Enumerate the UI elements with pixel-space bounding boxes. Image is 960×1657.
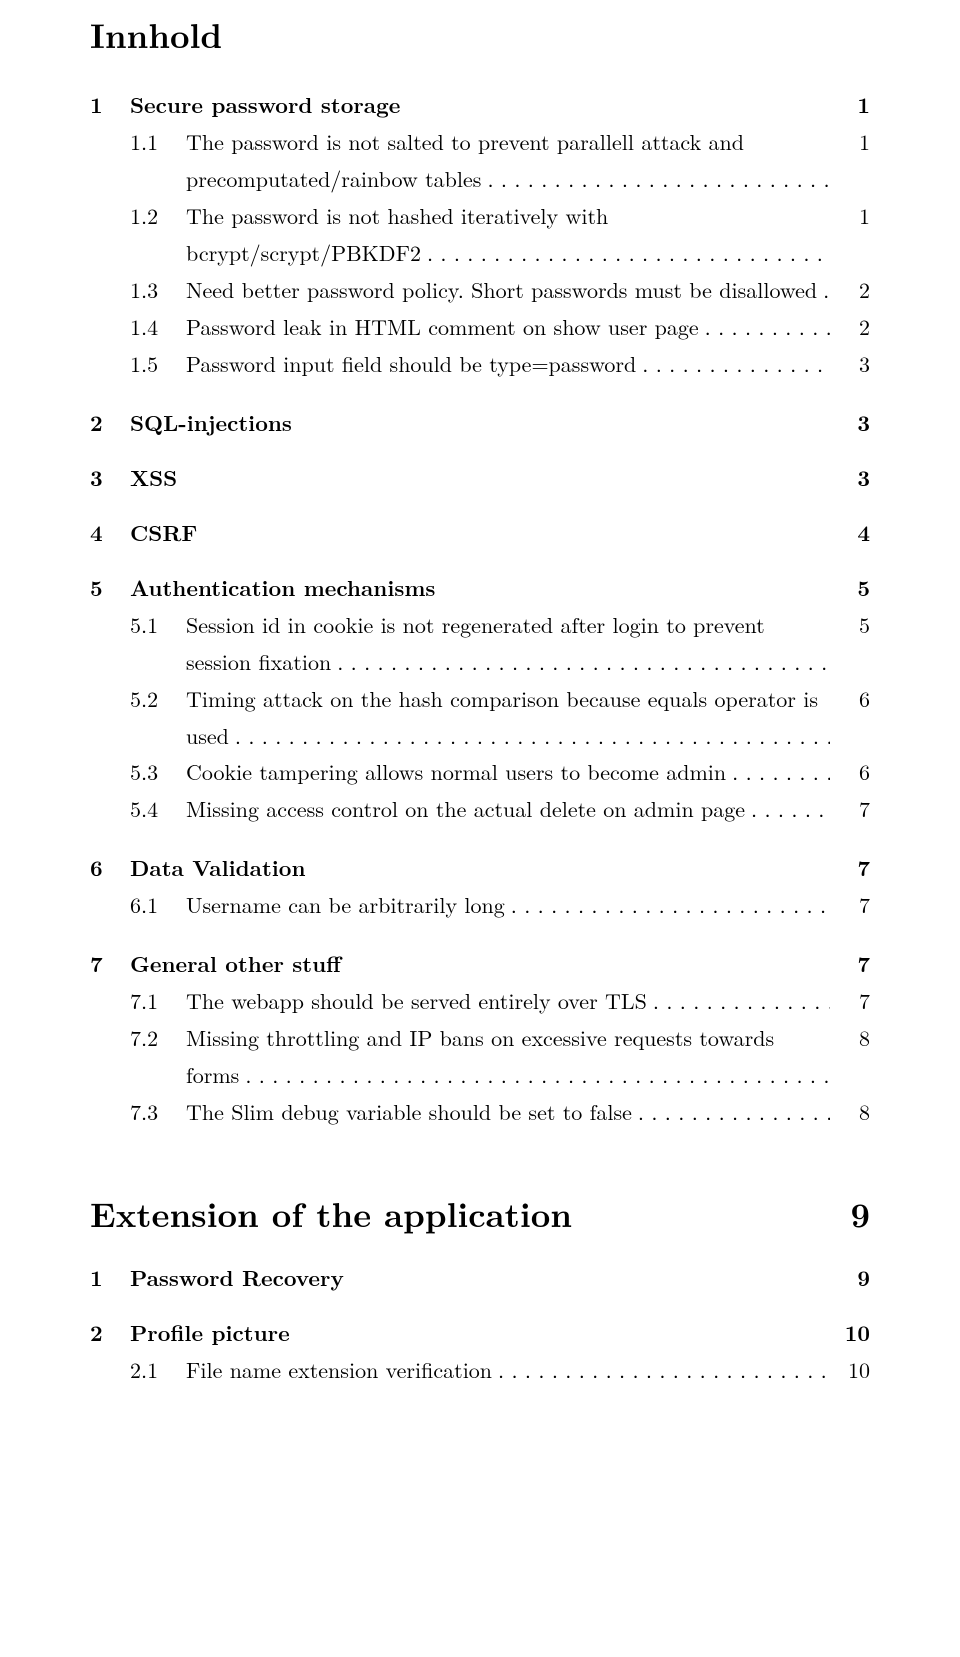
toc-section-page: 1 [845, 89, 870, 120]
toc-subsection-number: 6.1 [90, 887, 186, 924]
toc-section-number: 3 [90, 462, 130, 493]
toc-subsection[interactable]: 5.1Session id in cookie is not regenerat… [90, 607, 870, 681]
toc-section[interactable]: 1Secure password storage1 [90, 89, 870, 120]
toc-section-number: 1 [90, 89, 130, 120]
toc-subsection-label: The webapp should be served entirely ove… [186, 983, 830, 1020]
toc-subsection[interactable]: 7.2Missing throttling and IP bans on exc… [90, 1020, 870, 1094]
toc-subsection-label: Timing attack on the hash comparison bec… [186, 681, 830, 755]
toc-subsection[interactable]: 1.4Password leak in HTML comment on show… [90, 309, 870, 346]
toc-section[interactable]: 7General other stuff7 [90, 948, 870, 979]
toc-section-label: Password Recovery [130, 1262, 845, 1293]
toc-subsection-number: 1.1 [90, 124, 186, 161]
toc-subsection-number: 5.1 [90, 607, 186, 644]
toc-subsection-page: 5 [830, 607, 870, 644]
toc-section-number: 2 [90, 1317, 130, 1348]
toc-subsection-label: Cookie tampering allows normal users to … [186, 754, 830, 791]
toc-section-page: 9 [845, 1262, 870, 1293]
toc-subsection-label: The Slim debug variable should be set to… [186, 1094, 830, 1131]
toc-subsection[interactable]: 7.1The webapp should be served entirely … [90, 983, 870, 1020]
toc-subsection-page: 6 [830, 754, 870, 791]
toc-section[interactable]: 2SQL-injections3 [90, 407, 870, 438]
toc-subsection-page: 7 [830, 791, 870, 828]
toc-subsection-number: 7.2 [90, 1020, 186, 1057]
toc-subsection-page: 2 [830, 309, 870, 346]
toc-section-number: 5 [90, 572, 130, 603]
toc-section-label: Data Validation [130, 852, 845, 883]
part-heading-row: Extension of the application 9 [90, 1189, 870, 1238]
toc-section-number: 1 [90, 1262, 130, 1293]
toc-subsection-number: 2.1 [90, 1352, 186, 1389]
toc-subsection[interactable]: 2.1File name extension verification10 [90, 1352, 870, 1389]
toc-subsection-page: 2 [830, 272, 870, 309]
toc-section-page: 5 [845, 572, 870, 603]
toc-subsection-label: File name extension verification [186, 1352, 830, 1389]
toc-subsection-number: 1.3 [90, 272, 186, 309]
toc-section-number: 2 [90, 407, 130, 438]
toc-section-label: Authentication mechanisms [130, 572, 845, 603]
toc-section-number: 4 [90, 517, 130, 548]
toc-section-label: CSRF [130, 517, 845, 548]
toc-section-label: XSS [130, 462, 845, 493]
toc-section-page: 3 [845, 407, 870, 438]
toc-section-label: SQL-injections [130, 407, 845, 438]
toc-section-number: 7 [90, 948, 130, 979]
toc-subsection[interactable]: 1.2The password is not hashed iterativel… [90, 198, 870, 272]
toc-section-number: 6 [90, 852, 130, 883]
toc-subsection-number: 1.2 [90, 198, 186, 235]
toc-subsection-label: Missing access control on the actual del… [186, 791, 830, 828]
toc-subsection-page: 1 [830, 198, 870, 235]
toc-subsection-page: 7 [830, 983, 870, 1020]
toc-title: Innhold [90, 10, 870, 59]
toc-subsection-number: 5.3 [90, 754, 186, 791]
toc-section-label: General other stuff [130, 948, 845, 979]
toc-subsection-label: Username can be arbitrarily long [186, 887, 830, 924]
toc-subsection[interactable]: 1.3Need better password policy. Short pa… [90, 272, 870, 309]
toc-section-label: Secure password storage [130, 89, 845, 120]
toc-section-page: 7 [845, 948, 870, 979]
toc-section-page: 10 [833, 1317, 870, 1348]
toc-subsection-number: 7.1 [90, 983, 186, 1020]
toc-page: Innhold 1Secure password storage11.1The … [0, 0, 960, 1429]
toc-section[interactable]: 3XSS3 [90, 462, 870, 493]
toc-subsection-label: Password input field should be type=pass… [186, 346, 830, 383]
toc-subsection-page: 10 [830, 1352, 870, 1389]
toc-subsection[interactable]: 7.3The Slim debug variable should be set… [90, 1094, 870, 1131]
toc-subsection-number: 5.2 [90, 681, 186, 718]
toc-subsection-number: 5.4 [90, 791, 186, 828]
toc-subsection-page: 6 [830, 681, 870, 718]
toc-subsection[interactable]: 5.4Missing access control on the actual … [90, 791, 870, 828]
toc-subsection-label: Need better password policy. Short passw… [186, 272, 830, 309]
toc-subsection-number: 1.4 [90, 309, 186, 346]
toc-subsection-page: 3 [830, 346, 870, 383]
toc-section-page: 3 [845, 462, 870, 493]
toc-section[interactable]: 1Password Recovery9 [90, 1262, 870, 1293]
toc-subsection[interactable]: 5.3Cookie tampering allows normal users … [90, 754, 870, 791]
part-title: Extension of the application [90, 1189, 838, 1238]
toc-subsection-number: 7.3 [90, 1094, 186, 1131]
toc-subsection[interactable]: 6.1Username can be arbitrarily long7 [90, 887, 870, 924]
toc-subsection[interactable]: 1.5Password input field should be type=p… [90, 346, 870, 383]
toc-body: 1Secure password storage11.1The password… [90, 89, 870, 1131]
toc-section-page: 4 [845, 517, 870, 548]
toc-section[interactable]: 6Data Validation7 [90, 852, 870, 883]
toc-body-part2: 1Password Recovery92Profile picture102.1… [90, 1262, 870, 1389]
toc-section-label: Profile picture [130, 1317, 833, 1348]
toc-subsection-label: Password leak in HTML comment on show us… [186, 309, 830, 346]
toc-subsection[interactable]: 5.2Timing attack on the hash comparison … [90, 681, 870, 755]
toc-subsection-label: The password is not hashed iteratively w… [186, 198, 830, 272]
toc-subsection-number: 1.5 [90, 346, 186, 383]
toc-subsection-page: 1 [830, 124, 870, 161]
toc-subsection-label: The password is not salted to prevent pa… [186, 124, 830, 198]
toc-subsection-page: 8 [830, 1020, 870, 1057]
toc-subsection-page: 8 [830, 1094, 870, 1131]
toc-section-page: 7 [845, 852, 870, 883]
toc-section[interactable]: 5Authentication mechanisms5 [90, 572, 870, 603]
part-page: 9 [838, 1189, 870, 1238]
toc-section[interactable]: 2Profile picture10 [90, 1317, 870, 1348]
toc-subsection[interactable]: 1.1The password is not salted to prevent… [90, 124, 870, 198]
toc-subsection-label: Missing throttling and IP bans on excess… [186, 1020, 830, 1094]
toc-subsection-label: Session id in cookie is not regenerated … [186, 607, 830, 681]
toc-section[interactable]: 4CSRF4 [90, 517, 870, 548]
toc-subsection-page: 7 [830, 887, 870, 924]
